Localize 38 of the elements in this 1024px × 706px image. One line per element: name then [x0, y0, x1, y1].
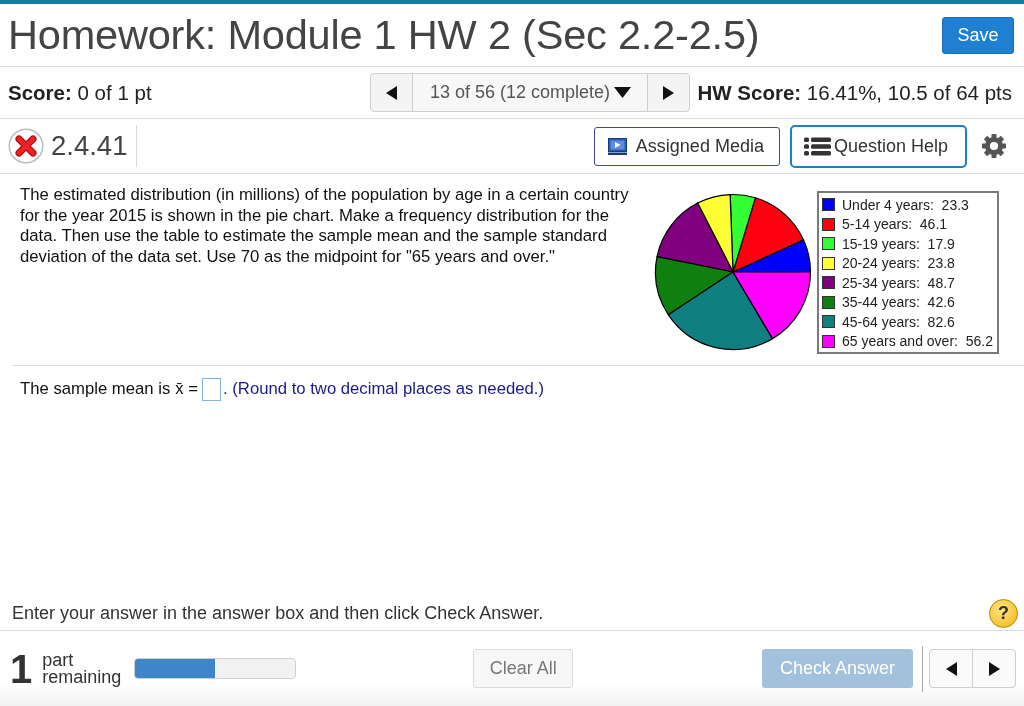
answer-input[interactable] — [202, 377, 221, 401]
previous-button[interactable] — [929, 649, 973, 688]
clear-all-button[interactable]: Clear All — [473, 649, 574, 688]
legend-label: 65 years and over: 56.2 — [842, 333, 993, 350]
help-button[interactable]: ? — [989, 598, 1018, 628]
rounding-hint: . (Round to two decimal places as needed.) — [223, 379, 544, 399]
save-button[interactable]: Save — [942, 16, 1014, 54]
legend-label: 15-19 years: 17.9 — [842, 235, 955, 252]
legend-label: 35-44 years: 42.6 — [842, 294, 955, 311]
legend-label: 25-34 years: 48.7 — [842, 274, 955, 291]
parts-label: part remaining — [42, 651, 123, 686]
question-text: The estimated distribution (in millions) of the population by age in a certain country for the year 2015 is shown in the pie chart. Make a frequency distribution for the data. Then use the table to estimate the sample mean and the sample standard deviation of the data set. Use 70 as the midpoint for "65 years and over." — [20, 185, 630, 267]
score-text: Score: 0 of 1 pt — [8, 80, 152, 105]
left-triangle-icon — [945, 661, 957, 676]
mean-symbol: x̄ = — [175, 379, 198, 399]
legend-label: Under 4 years: 23.3 — [842, 196, 969, 213]
legend-label: 45-64 years: 82.6 — [842, 313, 955, 330]
list-icon — [803, 136, 831, 156]
right-triangle-icon — [988, 661, 1000, 676]
answer-prompt: The sample mean is — [20, 379, 171, 399]
left-triangle-icon — [386, 85, 398, 100]
question-help-button[interactable]: Question Help — [789, 124, 967, 168]
legend-label: 5-14 years: 46.1 — [842, 216, 948, 233]
settings-icon[interactable] — [982, 134, 1006, 158]
question-number: 2.4.41 — [51, 130, 128, 162]
video-screen-icon — [607, 137, 627, 155]
hw-score-text: HW Score: 16.41%, 10.5 of 64 pts — [697, 80, 1012, 105]
previous-question-button[interactable] — [370, 73, 414, 112]
assigned-media-button[interactable]: Assigned Media — [593, 126, 780, 166]
parts-count: 1 — [10, 648, 33, 689]
right-triangle-icon — [663, 85, 675, 100]
caret-down-icon — [614, 87, 632, 98]
next-button[interactable] — [972, 649, 1016, 688]
next-question-button[interactable] — [647, 73, 691, 112]
homework-title: Homework: Module 1 HW 2 (Sec 2.2-2.5) — [8, 11, 761, 59]
instruction-text: Enter your answer in the answer box and then click Check Answer. — [12, 602, 545, 624]
question-select-dropdown[interactable]: 13 of 56 (12 complete) — [412, 73, 649, 112]
legend-label: 20-24 years: 23.8 — [842, 255, 955, 272]
